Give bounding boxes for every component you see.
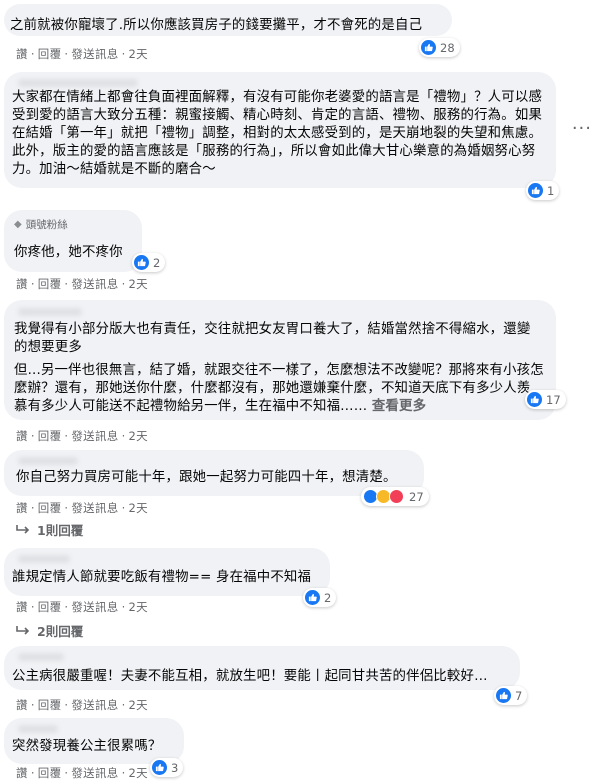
comment-actions: 讚 · 回覆 · 發送訊息 · 2天 bbox=[16, 47, 148, 61]
reply-arrow-icon bbox=[16, 524, 30, 534]
diamond-icon: ◆ bbox=[14, 219, 22, 230]
comment-actions: 讚 · 回覆 · 發送訊息 · 2天 bbox=[16, 766, 148, 780]
like-link[interactable]: 讚 bbox=[16, 501, 28, 515]
reaction-number: 17 bbox=[546, 392, 561, 407]
like-link[interactable]: 讚 bbox=[16, 429, 28, 443]
comment-bubble: 大家都在情緒上都會往負面裡面解釋，有沒有可能你老婆愛的語言是「禮物」？人可以感受… bbox=[4, 72, 556, 188]
love-emoji-icon bbox=[389, 489, 404, 504]
author-name bbox=[18, 725, 58, 733]
more-options-icon[interactable]: ··· bbox=[572, 118, 592, 139]
reply-link[interactable]: 回覆 bbox=[38, 277, 62, 291]
see-more-link[interactable]: 查看更多 bbox=[372, 399, 426, 414]
message-link[interactable]: 發送訊息 bbox=[71, 600, 118, 614]
replies-count: 2則回覆 bbox=[37, 624, 84, 639]
reaction-number: 7 bbox=[515, 688, 523, 703]
reply-link[interactable]: 回覆 bbox=[38, 429, 62, 443]
author-name bbox=[18, 308, 82, 316]
reaction-count[interactable]: 2 bbox=[132, 253, 166, 272]
reaction-number: 3 bbox=[171, 760, 179, 775]
author-name bbox=[18, 79, 138, 87]
comment-text: 之前就被你寵壞了.所以你應該買房子的錢要攤平，才不會死的是自己 bbox=[10, 18, 423, 33]
view-replies-link[interactable]: 2則回覆 bbox=[16, 621, 83, 640]
reaction-number: 27 bbox=[409, 489, 424, 504]
comment-actions: 讚 · 回覆 · 發送訊息 · 2天 bbox=[16, 698, 148, 712]
reply-link[interactable]: 回覆 bbox=[38, 698, 62, 712]
timestamp[interactable]: 2天 bbox=[129, 766, 148, 780]
message-link[interactable]: 發送訊息 bbox=[71, 429, 118, 443]
comment-bubble: 你自己努力買房可能十年，跟她一起努力可能四十年，想清楚。 bbox=[4, 450, 424, 496]
view-replies-link[interactable]: 1則回覆 bbox=[16, 520, 83, 539]
message-link[interactable]: 發送訊息 bbox=[71, 47, 118, 61]
reaction-count[interactable]: 2 bbox=[303, 588, 337, 607]
reaction-count[interactable]: 17 bbox=[525, 390, 566, 409]
reaction-number: 2 bbox=[324, 590, 332, 605]
reaction-number: 28 bbox=[440, 40, 455, 55]
comment-text: 你疼他，她不疼你 bbox=[14, 245, 123, 260]
like-icon bbox=[134, 255, 149, 270]
like-link[interactable]: 讚 bbox=[16, 698, 28, 712]
comment-actions: 讚 · 回覆 · 發送訊息 · 2天 bbox=[16, 429, 148, 443]
comment-actions: 讚 · 回覆 · 發送訊息 · 2天 bbox=[16, 501, 148, 515]
timestamp[interactable]: 2天 bbox=[129, 47, 148, 61]
reply-link[interactable]: 回覆 bbox=[38, 600, 62, 614]
comment-actions: 讚 · 回覆 · 發送訊息 · 2天 bbox=[16, 600, 148, 614]
top-fan-badge: ◆ 頭號粉絲 bbox=[14, 217, 130, 232]
badge-label: 頭號粉絲 bbox=[25, 219, 68, 231]
message-link[interactable]: 發送訊息 bbox=[71, 766, 118, 780]
timestamp[interactable]: 2天 bbox=[129, 429, 148, 443]
like-icon bbox=[527, 392, 542, 407]
comment-bubble: 突然發現養公主很累嗎？ bbox=[4, 718, 184, 764]
comment-bubble: 我覺得有小部分版大也有責任，交往就把女友胃口養大了，結婚當然捨不得縮水，還變的想… bbox=[4, 300, 556, 420]
author-name bbox=[18, 653, 64, 661]
reply-link[interactable]: 回覆 bbox=[38, 766, 62, 780]
comment-text: 誰規定情人節就要吃飯有禮物== 身在福中不知福 bbox=[12, 570, 312, 585]
like-link[interactable]: 讚 bbox=[16, 47, 28, 61]
like-icon bbox=[496, 688, 511, 703]
like-icon bbox=[528, 183, 543, 198]
like-link[interactable]: 讚 bbox=[16, 277, 28, 291]
comment-text-continued: 但...另一伴也很無言，結了婚，就跟交往不一樣了，怎麼想法不改變呢？那將來有小孩… bbox=[14, 363, 544, 414]
comment-text: 你自己努力買房可能十年，跟她一起努力可能四十年，想清楚。 bbox=[16, 470, 397, 485]
reaction-count[interactable]: 1 bbox=[526, 181, 560, 200]
message-link[interactable]: 發送訊息 bbox=[71, 277, 118, 291]
reaction-count[interactable]: 28 bbox=[419, 38, 460, 57]
like-link[interactable]: 讚 bbox=[16, 766, 28, 780]
reaction-count[interactable]: 3 bbox=[150, 758, 184, 777]
reaction-count[interactable]: 7 bbox=[494, 686, 528, 705]
reply-link[interactable]: 回覆 bbox=[38, 501, 62, 515]
comment-text: 我覺得有小部分版大也有責任，交往就把女友胃口養大了，結婚當然捨不得縮水，還變的想… bbox=[14, 322, 531, 355]
like-icon bbox=[305, 590, 320, 605]
comment-text: 突然發現養公主很累嗎？ bbox=[12, 739, 162, 754]
comment-actions: 讚 · 回覆 · 發送訊息 · 2天 bbox=[16, 277, 148, 291]
reply-link[interactable]: 回覆 bbox=[38, 47, 62, 61]
like-icon bbox=[421, 40, 436, 55]
reaction-number: 2 bbox=[153, 255, 161, 270]
timestamp[interactable]: 2天 bbox=[129, 501, 148, 515]
timestamp[interactable]: 2天 bbox=[129, 698, 148, 712]
message-link[interactable]: 發送訊息 bbox=[71, 501, 118, 515]
comment-text: 公主病很嚴重喔！夫妻不能互相，就放生吧！要能丨起同甘共苦的伴侶比較好… bbox=[12, 669, 488, 684]
author-name bbox=[18, 555, 70, 563]
reply-arrow-icon bbox=[16, 625, 30, 635]
comment-bubble: 誰規定情人節就要吃飯有禮物== 身在福中不知福 bbox=[4, 548, 330, 596]
replies-count: 1則回覆 bbox=[37, 523, 84, 538]
comment-bubble: ◆ 頭號粉絲 你疼他，她不疼你 bbox=[4, 210, 142, 272]
comment-text: 大家都在情緒上都會往負面裡面解釋，有沒有可能你老婆愛的語言是「禮物」？人可以感受… bbox=[12, 90, 543, 177]
timestamp[interactable]: 2天 bbox=[129, 277, 148, 291]
reaction-number: 1 bbox=[547, 183, 555, 198]
timestamp[interactable]: 2天 bbox=[129, 600, 148, 614]
comment-bubble: 公主病很嚴重喔！夫妻不能互相，就放生吧！要能丨起同甘共苦的伴侶比較好… bbox=[4, 646, 520, 690]
comment-bubble: 之前就被你寵壞了.所以你應該買房子的錢要攤平，才不會死的是自己 bbox=[4, 4, 452, 36]
reaction-count[interactable]: 27 bbox=[361, 487, 429, 506]
like-icon bbox=[152, 760, 167, 775]
author-name bbox=[18, 457, 78, 465]
like-link[interactable]: 讚 bbox=[16, 600, 28, 614]
message-link[interactable]: 發送訊息 bbox=[71, 698, 118, 712]
